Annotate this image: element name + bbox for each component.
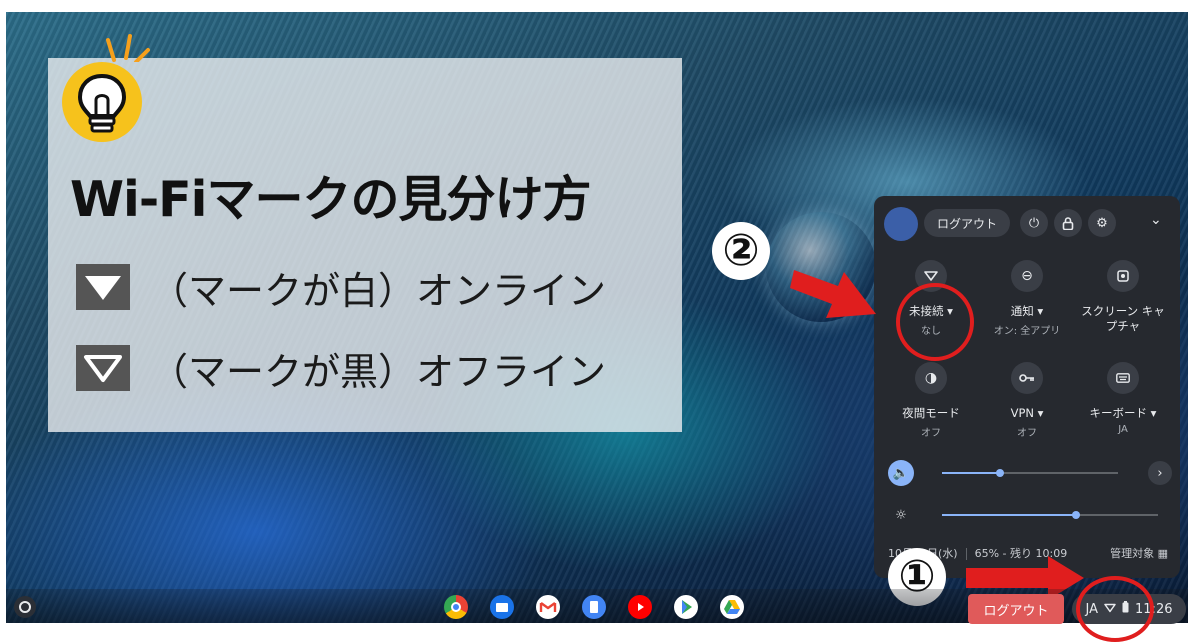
highlight-ring-network <box>896 283 974 361</box>
highlight-ring-status <box>1076 576 1154 642</box>
play-store-icon[interactable] <box>674 595 698 619</box>
tile-capture-label[interactable]: スクリーン キャプチャ <box>1077 304 1169 334</box>
wifi-outline-icon <box>76 345 130 391</box>
volume-slider-knob[interactable] <box>996 469 1005 477</box>
tile-keyboard-label[interactable]: キーボード ▾ <box>1077 406 1169 421</box>
lightbulb-icon <box>62 62 142 142</box>
bulb-rays-icon <box>106 34 150 62</box>
night-mode-icon[interactable]: ◑ <box>915 362 947 394</box>
wifi-white-icon <box>76 264 130 310</box>
volume-fill <box>942 472 1001 474</box>
brightness-icon[interactable]: ☼ <box>888 502 914 528</box>
brightness-slider-knob[interactable] <box>1071 511 1080 519</box>
notification-icon[interactable]: ⊖ <box>1011 260 1043 292</box>
managed-label[interactable]: 管理対象 ▦ <box>1110 545 1168 561</box>
tile-night-label[interactable]: 夜間モード <box>885 406 977 421</box>
tile-notification-label[interactable]: 通知 ▾ <box>981 304 1073 319</box>
youtube-icon[interactable] <box>628 595 652 619</box>
legend-online-text: （マークが白）オンライン <box>150 269 607 313</box>
tile-notification-sub: オン: 全アプリ <box>993 326 1061 337</box>
chevron-right-icon[interactable]: › <box>1148 461 1172 485</box>
vpn-key-icon[interactable] <box>1011 362 1043 394</box>
screen-capture-icon[interactable] <box>1107 260 1139 292</box>
step-2-marker: ② <box>712 222 770 280</box>
tile-keyboard-sub: JA <box>1118 424 1128 435</box>
avatar[interactable] <box>884 207 918 241</box>
red-arrow-icon <box>790 270 876 318</box>
volume-icon[interactable]: 🔈 <box>888 460 914 486</box>
tile-night-sub: オフ <box>921 428 941 439</box>
panel-logout-button[interactable]: ログアウト <box>924 209 1010 237</box>
quick-settings-panel: ログアウト ⏻ ⚙ ⌄ 未接続 ▾ なし ⊖ 通知 ▾ オン: 全アプリ スクリ… <box>874 196 1180 578</box>
chrome-icon[interactable] <box>444 595 468 619</box>
shelf-logout-button[interactable]: ログアウト <box>968 594 1064 624</box>
legend-offline-text: （マークが黒）オフライン <box>150 350 607 394</box>
keyboard-icon[interactable] <box>1107 362 1139 394</box>
launcher-button[interactable] <box>14 596 36 618</box>
lock-icon[interactable] <box>1054 209 1082 237</box>
drive-icon[interactable] <box>720 595 744 619</box>
power-icon[interactable]: ⏻ <box>1020 209 1048 237</box>
files-icon[interactable] <box>490 595 514 619</box>
tile-vpn-sub: オフ <box>1017 428 1037 439</box>
chevron-down-icon[interactable]: ⌄ <box>1150 212 1162 228</box>
gmail-icon[interactable] <box>536 595 560 619</box>
tile-vpn-label[interactable]: VPN ▾ <box>981 406 1073 421</box>
brightness-fill <box>942 514 1076 516</box>
overlay-title: Wi-Fiマークの見分け方 <box>70 171 591 228</box>
docs-icon[interactable] <box>582 595 606 619</box>
gear-icon[interactable]: ⚙ <box>1088 209 1116 237</box>
